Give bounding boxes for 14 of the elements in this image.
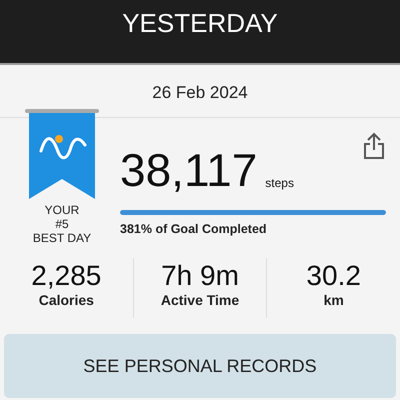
share-icon[interactable] [362,132,386,160]
steps-unit: steps [265,176,294,190]
stat-value: 7h 9m [161,260,239,292]
rank-label: YOUR #5 BEST DAY [32,203,92,245]
screen-title: YESTERDAY [122,8,278,38]
personal-records-button[interactable]: SEE PERSONAL RECORDS [4,334,396,398]
stat-value: 30.2 [306,260,361,292]
steps-count: 38,117 [120,146,258,194]
stat-value: 2,285 [31,260,102,292]
stat-label: Active Time [160,292,240,308]
stat-label: Calories [38,292,94,308]
stat-label: km [324,292,344,308]
goal-label: 381% of Goal Completed [120,222,268,236]
date-label: 26 Feb 2024 [151,82,249,104]
